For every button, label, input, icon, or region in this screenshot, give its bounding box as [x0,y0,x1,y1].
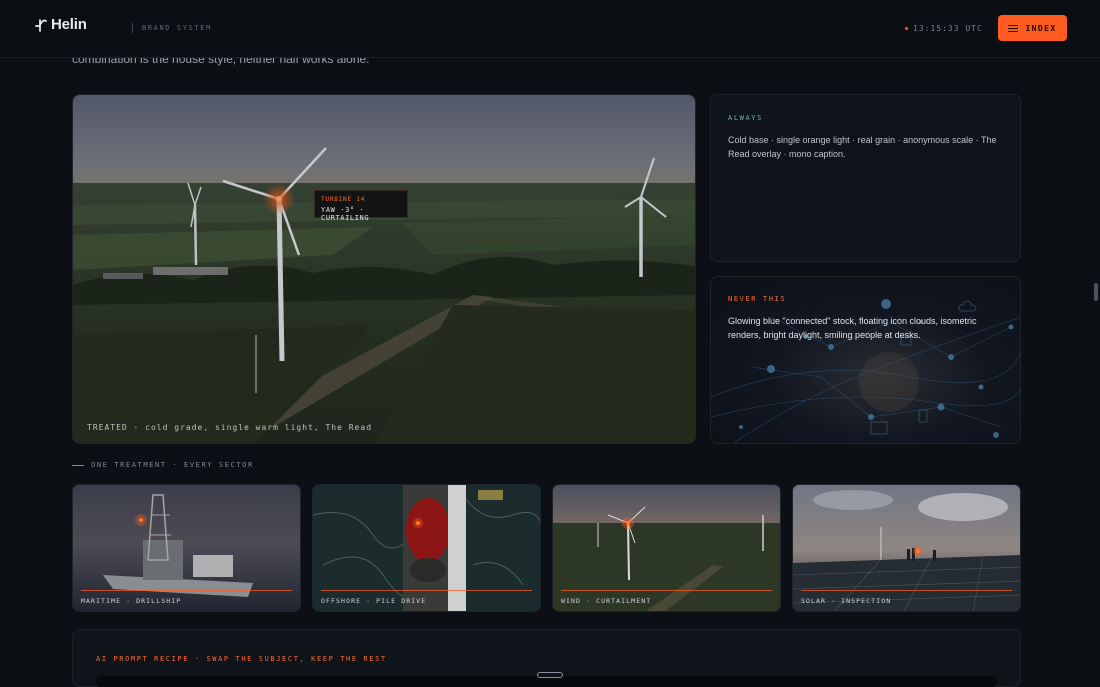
wind-farm-photo [73,95,695,443]
sector-caption: OFFSHORE · PILE DRIVE [321,597,427,605]
brand-label: BRAND SYSTEM [142,24,212,32]
hero-image: TURBINE 14 YAW -3° · CURTAILING TREATED … [72,94,696,444]
drillship-photo [73,485,300,611]
sector-rule [81,590,292,591]
sector-card-solar[interactable]: SOLAR · INSPECTION [792,484,1021,612]
section-label-text: ONE TREATMENT · EVERY SECTOR [91,461,254,469]
header-divider [132,23,133,33]
section-label: ONE TREATMENT · EVERY SECTOR [72,461,254,469]
clock: 13:15:33 UTC [905,24,983,33]
sector-rule [801,590,1012,591]
scrollbar-handle[interactable] [1094,283,1098,301]
sector-rule [561,590,772,591]
sector-card-wind[interactable]: WIND · CURTAILMENT [552,484,781,612]
clock-text: 13:15:33 UTC [913,24,983,33]
site-header: Helin BRAND SYSTEM 13:15:33 UTC INDEX [0,0,1100,58]
menu-icon [1008,24,1019,32]
turbine-tag: TURBINE 14 YAW -3° · CURTAILING [314,190,408,222]
index-button[interactable]: INDEX [998,15,1067,41]
always-label: ALWAYS [728,114,763,122]
section-rule [72,464,84,466]
recipe-label: AI PROMPT RECIPE · SWAP THE SUBJECT, KEE… [96,655,387,663]
status-dot-icon [905,27,908,30]
never-card: NEVER THIS Glowing blue "connected" stoc… [710,276,1021,444]
sector-caption: SOLAR · INSPECTION [801,597,892,605]
sector-caption: MARITIME · DRILLSHIP [81,597,182,605]
turbine-tag-status: YAW -3° · CURTAILING [321,206,370,222]
pile-drive-photo [313,485,540,611]
always-body: Cold base · single orange light · real g… [728,135,997,159]
logo-mark-icon [35,18,47,32]
solar-inspection-photo [793,485,1020,611]
turbine-tag-title: TURBINE 14 [321,196,366,203]
wind-farm-thumbnail [553,485,780,611]
sector-rule [321,590,532,591]
hero-caption: TREATED · cold grade, single warm light,… [87,423,373,432]
sector-card-offshore[interactable]: OFFSHORE · PILE DRIVE [312,484,541,612]
sector-caption: WIND · CURTAILMENT [561,597,652,605]
never-label: NEVER THIS [728,295,787,303]
logo[interactable]: Helin [34,16,87,33]
never-body: Glowing blue "connected" stock, floating… [728,316,977,340]
scroll-indicator[interactable] [537,672,563,678]
always-card: ALWAYS Cold base · single orange light ·… [710,94,1021,262]
index-button-label: INDEX [1025,23,1057,33]
prompt-recipe-card: AI PROMPT RECIPE · SWAP THE SUBJECT, KEE… [72,629,1021,687]
logo-text: Helin [51,16,87,33]
sector-card-maritime[interactable]: MARITIME · DRILLSHIP [72,484,301,612]
